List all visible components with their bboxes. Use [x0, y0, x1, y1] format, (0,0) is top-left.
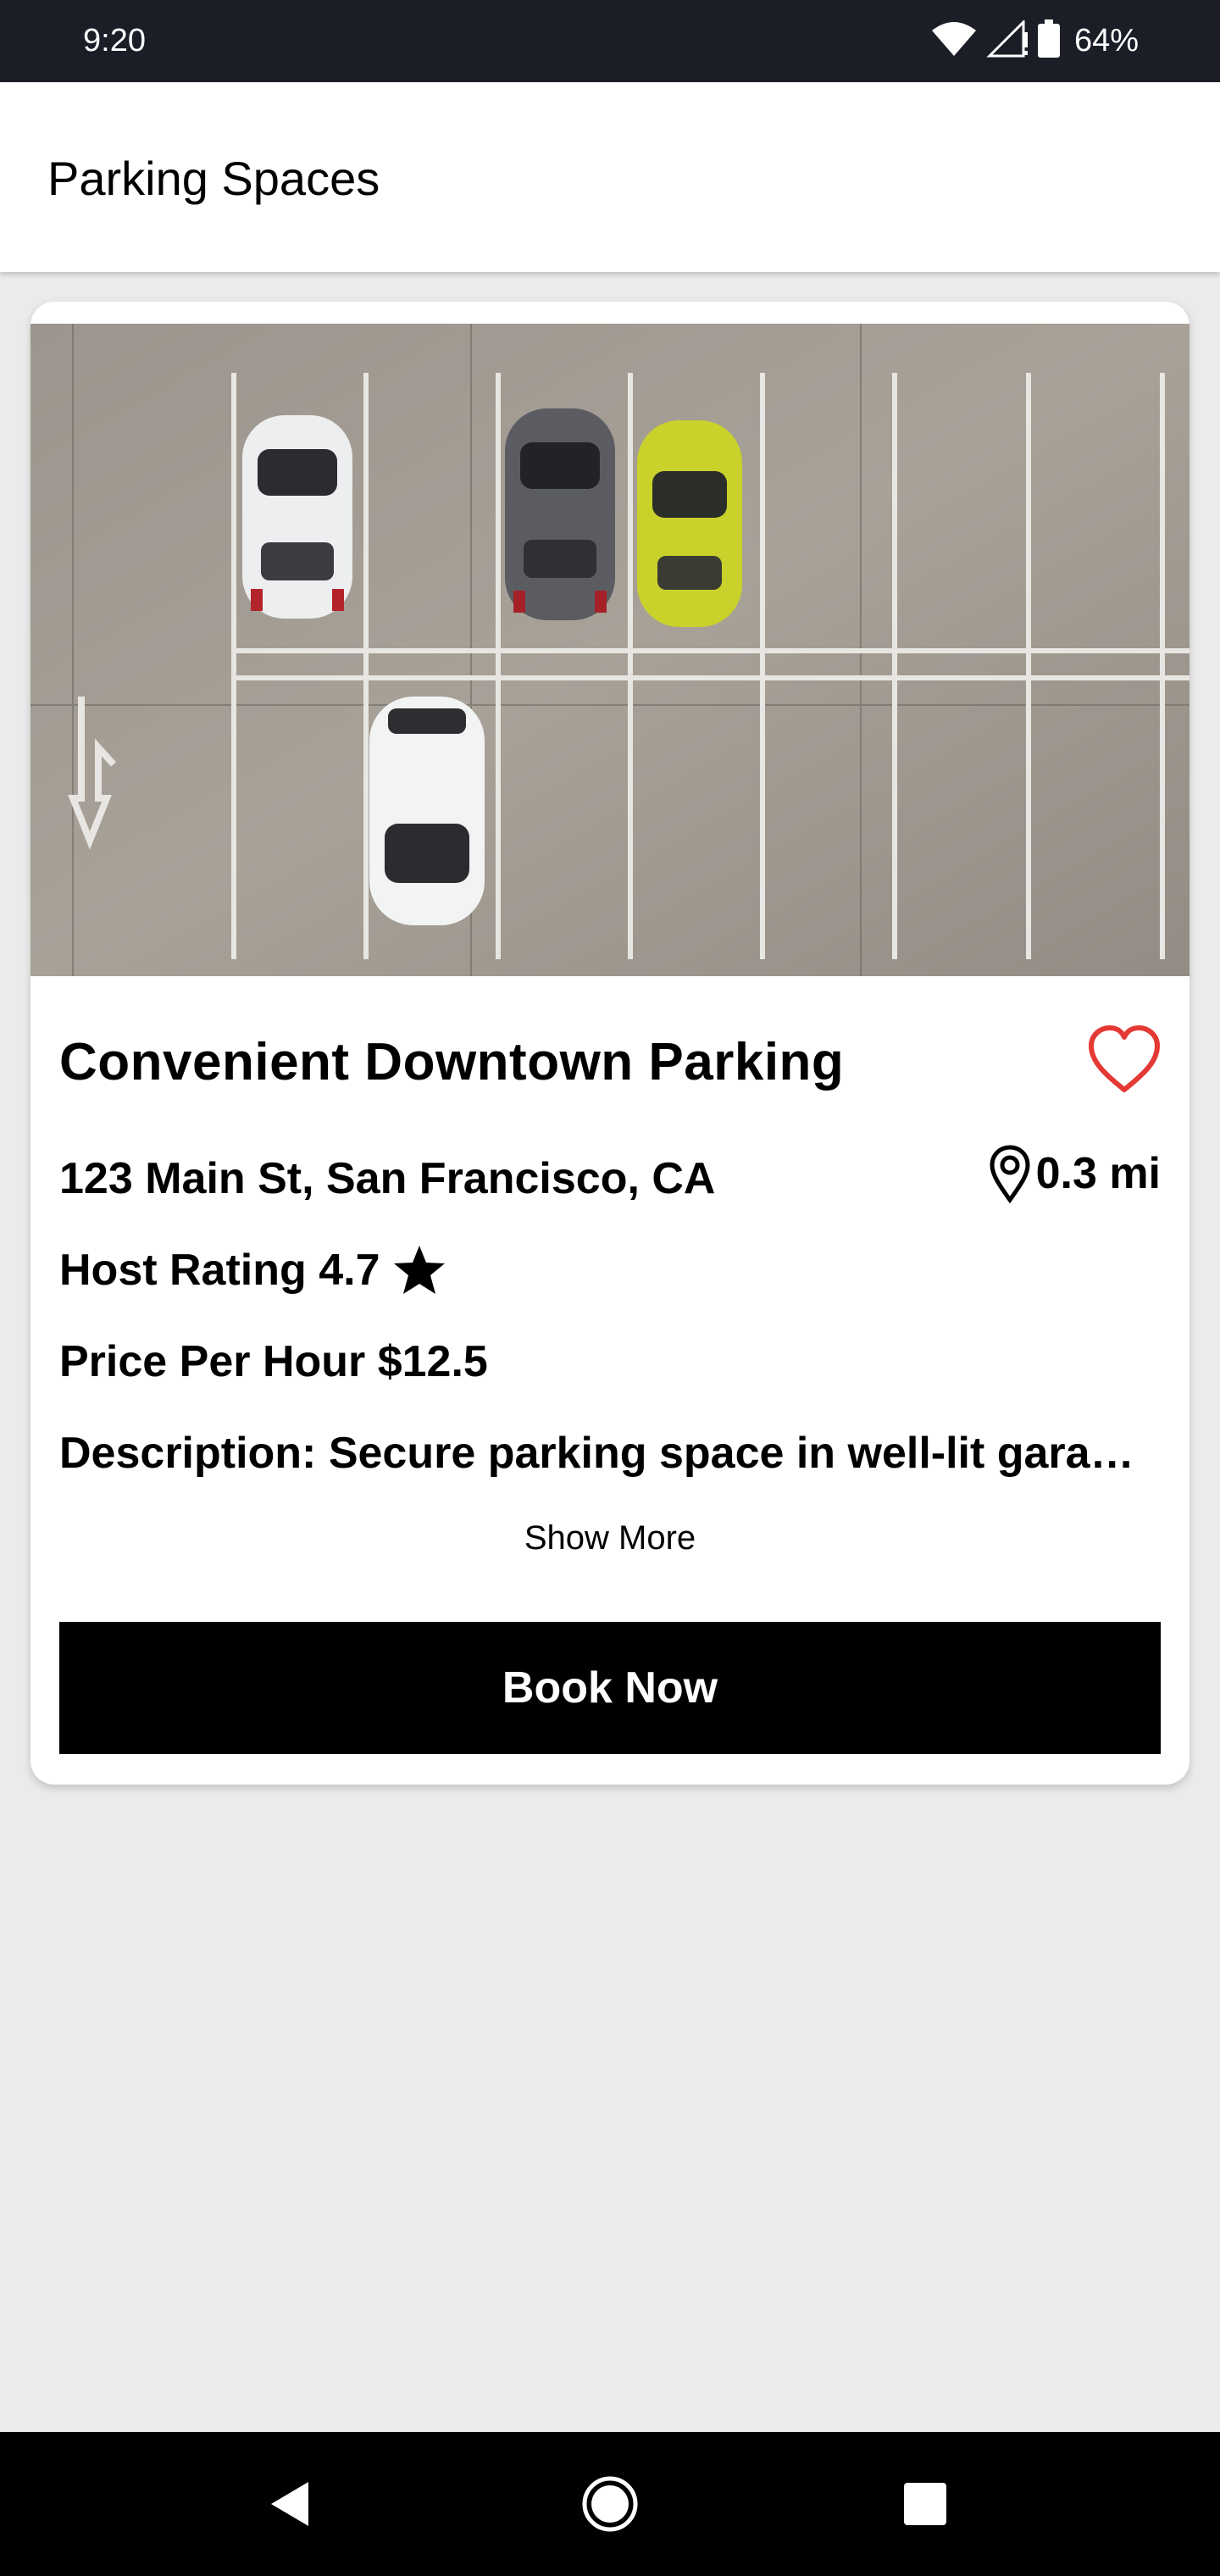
- recents-icon: [904, 2483, 946, 2525]
- back-icon: [271, 2482, 308, 2526]
- parking-lot-photo: [30, 324, 1190, 976]
- system-nav-bar: [0, 2432, 1220, 2576]
- back-button[interactable]: [222, 2432, 358, 2576]
- parking-listing-card[interactable]: Convenient Downtown Parking 123 Main St,…: [30, 302, 1190, 1785]
- battery-percentage: 64%: [1073, 23, 1139, 58]
- distance-value: 0.3 mi: [1035, 1149, 1161, 1198]
- host-rating-label: Host Rating 4.7: [59, 1246, 380, 1295]
- app-bar: Parking Spaces: [0, 82, 1220, 272]
- listing-description: Description: Secure parking space in wel…: [59, 1429, 1161, 1478]
- price-per-hour: Price Per Hour $12.5: [59, 1337, 488, 1386]
- listing-distance: 0.3 mi: [987, 1144, 1161, 1203]
- listing-title: Convenient Downtown Parking: [59, 1033, 845, 1091]
- status-icons: 64%: [930, 18, 1139, 63]
- listing-address: 123 Main St, San Francisco, CA: [59, 1154, 716, 1203]
- show-more-link[interactable]: Show More: [30, 1517, 1190, 1559]
- host-rating: Host Rating 4.7: [59, 1242, 446, 1298]
- status-bar: 9:20 64%: [0, 0, 1220, 82]
- recents-button[interactable]: [857, 2432, 993, 2576]
- star-icon: [393, 1246, 445, 1294]
- page-title: Parking Spaces: [47, 152, 380, 205]
- heart-outline-icon: [1089, 1025, 1160, 1092]
- home-icon: [582, 2476, 638, 2532]
- signal-icon: [986, 18, 1029, 62]
- book-now-button[interactable]: Book Now: [59, 1622, 1161, 1754]
- location-pin-icon: [990, 1145, 1030, 1203]
- wifi-icon: [930, 20, 978, 62]
- status-time: 9:20: [83, 23, 146, 58]
- battery-icon: [1037, 19, 1061, 63]
- home-button[interactable]: [542, 2432, 678, 2576]
- favorite-button[interactable]: [1086, 1024, 1162, 1095]
